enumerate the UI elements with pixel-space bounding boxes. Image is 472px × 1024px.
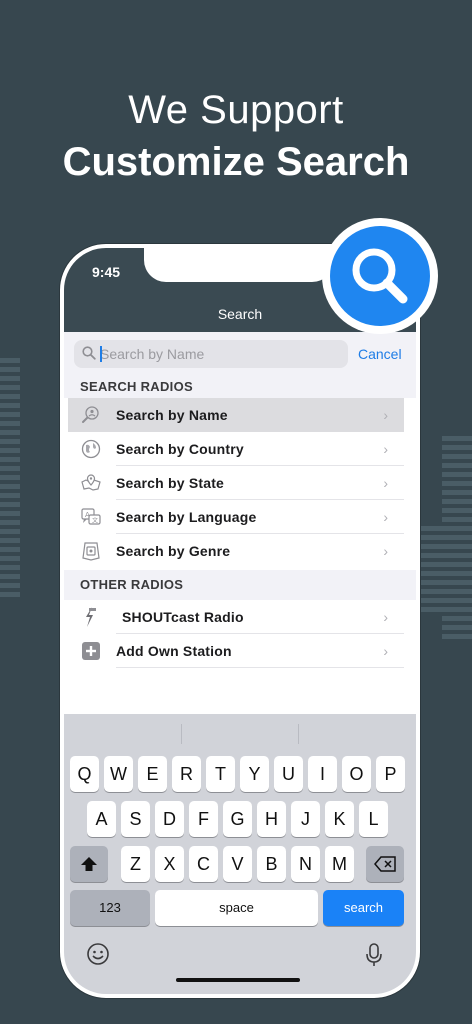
key-s[interactable]: S xyxy=(121,801,150,837)
chevron-right-icon: › xyxy=(383,407,388,423)
key-c[interactable]: C xyxy=(189,846,218,882)
map-pin-icon xyxy=(80,472,102,494)
chevron-right-icon: › xyxy=(383,509,388,525)
key-b[interactable]: B xyxy=(257,846,286,882)
key-q[interactable]: Q xyxy=(70,756,99,792)
key-v[interactable]: V xyxy=(223,846,252,882)
row-add-own-station[interactable]: Add Own Station › xyxy=(68,634,404,668)
emoji-icon[interactable] xyxy=(86,942,110,971)
section-header-search-radios: SEARCH RADIOS xyxy=(64,376,416,398)
phone-frame: 9:45 Search Cancel SEARCH RADIOS Search … xyxy=(60,244,420,998)
headline-line-1: We Support xyxy=(128,88,344,132)
row-shoutcast-radio[interactable]: SHOUTcast Radio › xyxy=(68,600,404,634)
row-label: SHOUTcast Radio xyxy=(122,609,244,625)
search-badge xyxy=(322,218,438,334)
home-indicator xyxy=(176,978,300,982)
row-search-by-state[interactable]: Search by State › xyxy=(68,466,404,500)
search-input[interactable] xyxy=(100,340,340,368)
section-header-other-radios: OTHER RADIOS xyxy=(64,570,416,600)
headline-line-2: Customize Search xyxy=(62,140,410,184)
key-i[interactable]: I xyxy=(308,756,337,792)
status-time: 9:45 xyxy=(92,264,121,280)
plus-icon xyxy=(80,640,102,662)
key-t[interactable]: T xyxy=(206,756,235,792)
chevron-right-icon: › xyxy=(383,441,388,457)
space-key[interactable]: space xyxy=(155,890,318,926)
key-z[interactable]: Z xyxy=(121,846,150,882)
key-r[interactable]: R xyxy=(172,756,201,792)
search-key[interactable]: search xyxy=(323,890,404,926)
shift-icon xyxy=(81,857,97,871)
backspace-key[interactable] xyxy=(366,846,404,882)
globe-icon xyxy=(80,438,102,460)
row-label: Search by Genre xyxy=(116,543,231,559)
key-a[interactable]: A xyxy=(87,801,116,837)
key-x[interactable]: X xyxy=(155,846,184,882)
key-m[interactable]: M xyxy=(325,846,354,882)
row-search-by-language[interactable]: A文 Search by Language › xyxy=(68,500,404,534)
key-d[interactable]: D xyxy=(155,801,184,837)
chevron-right-icon: › xyxy=(383,543,388,559)
key-u[interactable]: U xyxy=(274,756,303,792)
key-n[interactable]: N xyxy=(291,846,320,882)
row-label: Search by Language xyxy=(116,509,257,525)
key-l[interactable]: L xyxy=(359,801,388,837)
numbers-key[interactable]: 123 xyxy=(70,890,150,926)
decorative-bars-right xyxy=(442,436,472,643)
shift-key[interactable] xyxy=(70,846,108,882)
key-y[interactable]: Y xyxy=(240,756,269,792)
text-caret xyxy=(100,346,102,362)
key-h[interactable]: H xyxy=(257,801,286,837)
row-label: Search by Country xyxy=(116,441,244,457)
chevron-right-icon: › xyxy=(383,609,388,625)
svg-text:文: 文 xyxy=(92,517,98,525)
row-label: Search by State xyxy=(116,475,225,491)
search-field[interactable] xyxy=(74,340,348,368)
backspace-icon xyxy=(374,856,396,872)
phone-screen: 9:45 Search Cancel SEARCH RADIOS Search … xyxy=(64,248,416,994)
row-label: Search by Name xyxy=(116,407,228,423)
key-f[interactable]: F xyxy=(189,801,218,837)
keyboard: Q W E R T Y U I O P A S D F G H J K L Z … xyxy=(64,714,416,994)
key-p[interactable]: P xyxy=(376,756,405,792)
suggestion-bar xyxy=(64,714,416,752)
search-icon xyxy=(82,346,96,365)
svg-text:A: A xyxy=(85,511,90,519)
key-e[interactable]: E xyxy=(138,756,167,792)
key-w[interactable]: W xyxy=(104,756,133,792)
key-k[interactable]: K xyxy=(325,801,354,837)
search-name-icon xyxy=(80,404,102,426)
key-o[interactable]: O xyxy=(342,756,371,792)
row-search-by-country[interactable]: Search by Country › xyxy=(68,432,404,466)
row-search-by-name[interactable]: Search by Name › xyxy=(68,398,404,432)
chevron-right-icon: › xyxy=(383,475,388,491)
microphone-icon[interactable] xyxy=(364,942,384,973)
cancel-button[interactable]: Cancel xyxy=(358,346,402,362)
chevron-right-icon: › xyxy=(383,643,388,659)
decorative-bars-left xyxy=(0,358,20,601)
search-bar: Cancel xyxy=(64,332,416,376)
row-search-by-genre[interactable]: Search by Genre › xyxy=(68,534,404,568)
row-label: Add Own Station xyxy=(116,643,232,659)
language-icon: A文 xyxy=(80,506,102,528)
magnifier-icon xyxy=(352,248,408,304)
key-g[interactable]: G xyxy=(223,801,252,837)
genre-icon xyxy=(80,540,102,562)
shoutcast-icon xyxy=(80,606,102,628)
phone-notch xyxy=(144,248,334,282)
key-j[interactable]: J xyxy=(291,801,320,837)
